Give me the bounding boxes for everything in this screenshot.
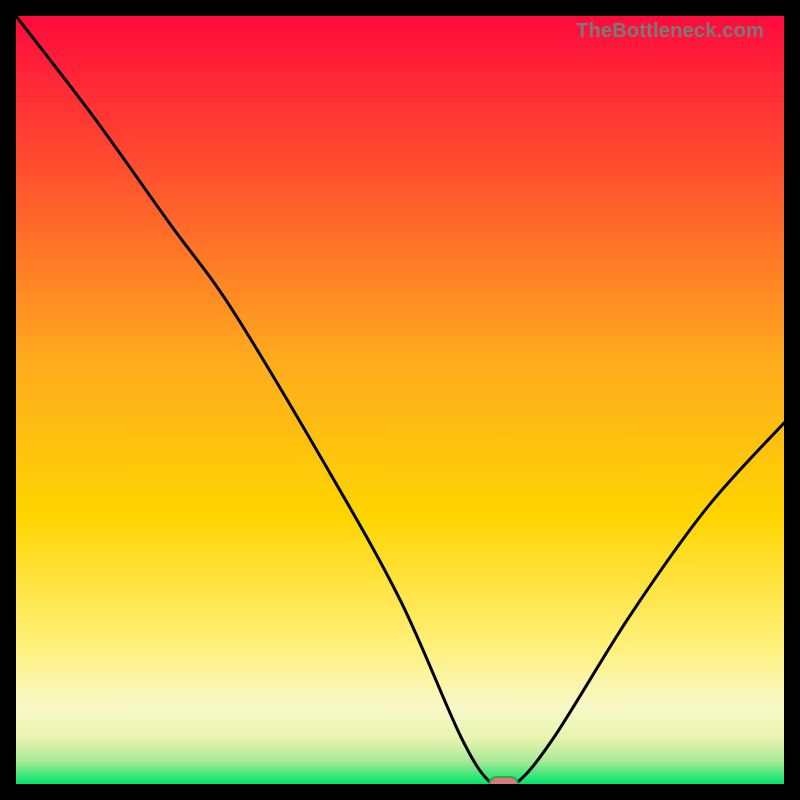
watermark-text: TheBottleneck.com: [576, 20, 764, 43]
optimum-marker: [490, 777, 518, 784]
chart-frame: TheBottleneck.com: [16, 16, 784, 784]
gradient-background: [16, 16, 784, 784]
bottleneck-chart: [16, 16, 784, 784]
